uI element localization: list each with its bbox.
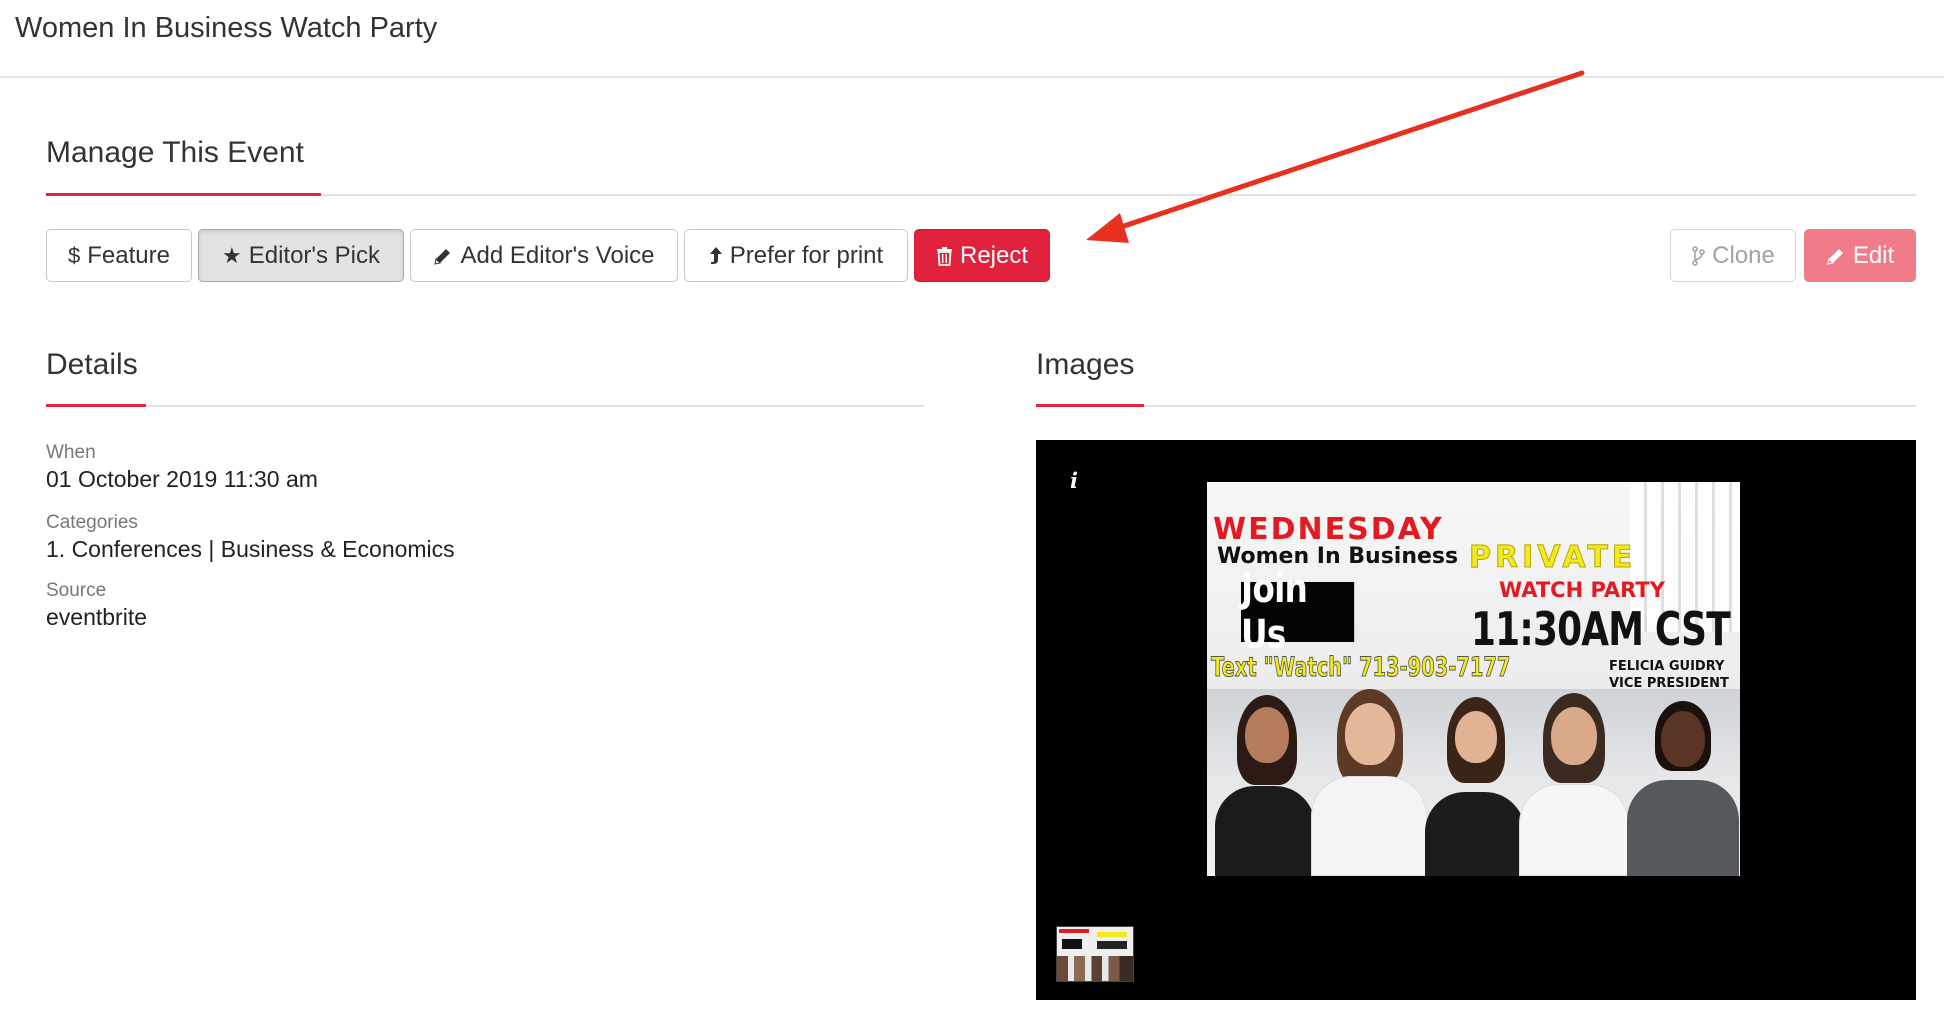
clone-button-label: Clone — [1712, 241, 1775, 269]
photo-person — [1425, 689, 1525, 876]
event-flyer-image[interactable]: WEDNESDAY Women In Business Join Us PRIV… — [1207, 482, 1740, 876]
photo-person — [1519, 689, 1629, 876]
event-page: Women In Business Watch Party Manage Thi… — [0, 0, 1944, 1030]
image-gallery[interactable]: i WEDNESDAY Women In Business Join Us PR… — [1036, 440, 1916, 1000]
photo-person — [1215, 689, 1315, 876]
flyer-join: Join Us — [1241, 566, 1355, 658]
manage-section-title: Manage This Event — [46, 136, 304, 169]
flyer-header-area: WEDNESDAY Women In Business Join Us PRIV… — [1207, 482, 1740, 691]
flyer-time: 11:30AM CST — [1471, 602, 1731, 656]
photo-person — [1309, 689, 1429, 876]
editors-pick-button[interactable]: ★ Editor's Pick — [198, 229, 404, 282]
when-label: When — [46, 442, 96, 463]
prefer-for-print-button[interactable]: Prefer for print — [684, 229, 908, 282]
edit-button-label: Edit — [1852, 241, 1895, 269]
categories-value: 1. Conferences | Business & Economics — [46, 536, 455, 562]
flyer-private: PRIVATE — [1468, 540, 1637, 576]
details-section-title: Details — [46, 348, 138, 381]
page-title: Women In Business Watch Party — [15, 12, 438, 44]
reject-button[interactable]: Reject — [914, 229, 1050, 282]
trash-icon — [936, 246, 953, 266]
clone-button[interactable]: Clone — [1670, 229, 1796, 282]
flyer-group-photo — [1207, 689, 1740, 876]
branch-icon — [1691, 245, 1705, 266]
feature-button-label: Feature — [87, 241, 170, 269]
flyer-watch-party: WATCH PARTY — [1499, 578, 1665, 602]
manage-section-accent — [46, 193, 321, 196]
images-section-divider — [1036, 405, 1916, 407]
pencil-icon — [433, 246, 453, 266]
header-divider — [0, 76, 1944, 78]
source-value: eventbrite — [46, 604, 148, 630]
info-icon[interactable]: i — [1070, 468, 1078, 493]
feature-button[interactable]: $ Feature — [46, 229, 192, 282]
photo-person — [1625, 689, 1740, 876]
details-section-divider — [46, 405, 924, 407]
flyer-name: FELICIA GUIDRY — [1609, 659, 1725, 674]
source-label: Source — [46, 580, 107, 601]
add-editors-voice-button-label: Add Editor's Voice — [460, 241, 655, 269]
pencil-icon — [1826, 246, 1846, 266]
add-editors-voice-button[interactable]: Add Editor's Voice — [410, 229, 678, 282]
upload-arrow-icon — [709, 246, 723, 266]
editors-pick-button-label: Editor's Pick — [248, 241, 381, 269]
flyer-day: WEDNESDAY — [1213, 512, 1444, 547]
reject-button-label: Reject — [959, 241, 1029, 269]
categories-label: Categories — [46, 512, 138, 533]
details-section-accent — [46, 404, 146, 407]
prefer-for-print-button-label: Prefer for print — [729, 241, 884, 269]
when-value: 01 October 2019 11:30 am — [46, 466, 318, 492]
dollar-icon: $ — [68, 242, 81, 268]
images-section-accent — [1036, 404, 1144, 407]
star-icon: ★ — [221, 242, 242, 268]
flyer-text-line: Text "Watch" 713-903-7177 — [1211, 652, 1511, 684]
manage-section-divider — [46, 194, 1916, 196]
images-section-title: Images — [1036, 348, 1135, 381]
edit-button[interactable]: Edit — [1804, 229, 1916, 282]
image-thumbnail[interactable] — [1056, 926, 1134, 982]
